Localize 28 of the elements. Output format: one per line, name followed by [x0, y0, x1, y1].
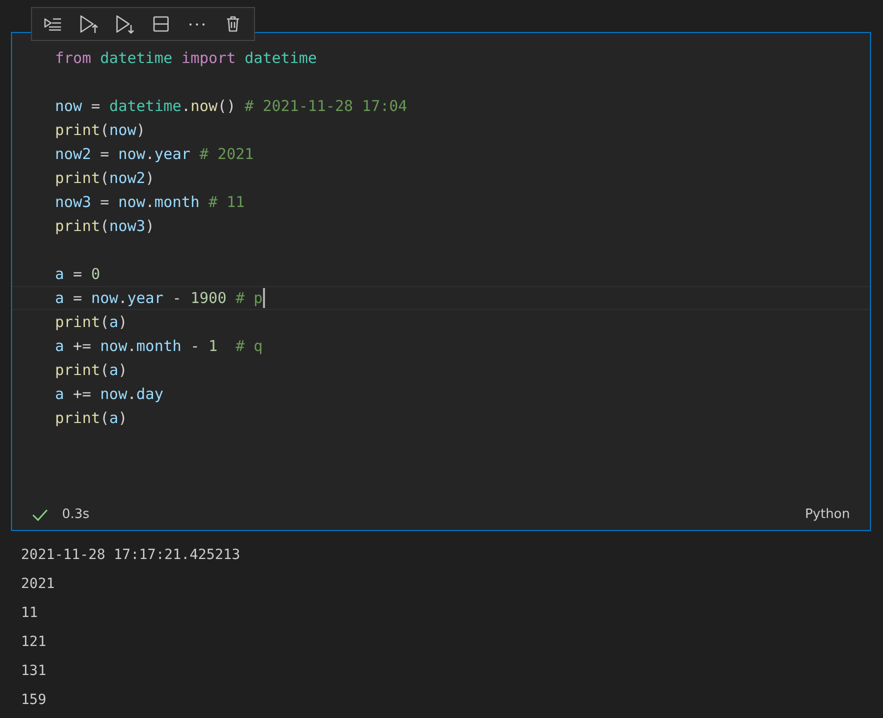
run-above-icon — [78, 14, 100, 34]
code-line: now2 = now.year # 2021 — [54, 144, 255, 165]
code-line: print(now) — [54, 120, 146, 141]
code-line: print(now3) — [54, 216, 156, 237]
output-line: 121 — [21, 633, 46, 652]
code-line: a += now.month - 1 # q — [54, 336, 264, 357]
code-line: a = now.year - 1900 # p — [12, 286, 870, 310]
more-icon — [189, 22, 205, 26]
code-line: now = datetime.now() # 2021-11-28 17:04 — [54, 96, 408, 117]
output-line: 11 — [21, 604, 38, 623]
code-cell[interactable] — [11, 32, 871, 531]
code-line: a += now.day — [54, 384, 164, 405]
output-line: 159 — [21, 691, 46, 710]
run-below-icon — [114, 14, 136, 34]
code-line: print(a) — [54, 408, 128, 429]
trash-icon — [224, 15, 242, 33]
code-line: print(now2) — [54, 168, 156, 189]
execution-time: 0.3s — [62, 506, 90, 524]
split-cell-icon — [152, 15, 170, 33]
code-line: now3 = now.month # 11 — [54, 192, 246, 213]
code-line: a = 0 — [54, 264, 102, 285]
code-line: print(a) — [54, 360, 128, 381]
code-line: print(a) — [54, 312, 128, 333]
output-line: 2021-11-28 17:17:21.425213 — [21, 546, 240, 565]
output-line: 2021 — [21, 575, 55, 594]
code-line: from datetime import datetime — [54, 48, 318, 69]
language-label[interactable]: Python — [804, 505, 850, 525]
output-line: 131 — [21, 662, 46, 681]
